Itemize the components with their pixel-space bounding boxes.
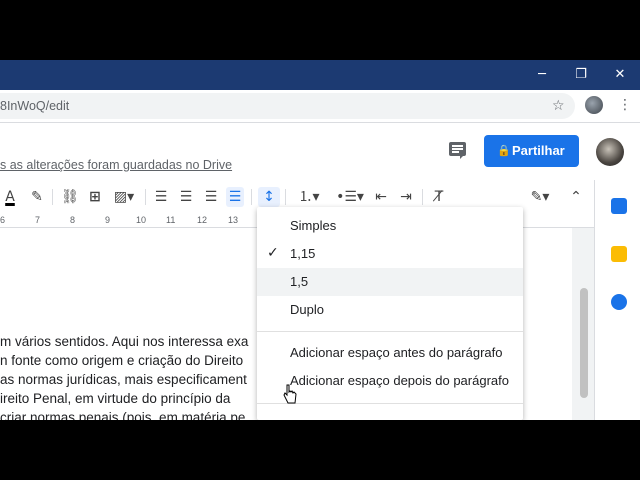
align-justify-icon[interactable]: ☰ — [226, 187, 244, 207]
browser-titlebar: ─ ❐ ✕ — [0, 60, 640, 90]
paragraph-line[interactable]: as normas jurídicas, mais especificament — [0, 372, 247, 387]
document-scrollbar[interactable] — [580, 288, 588, 398]
url-text[interactable]: 8InWoQ/edit — [0, 99, 69, 113]
bulleted-list-icon[interactable]: •☰▾ — [333, 187, 367, 207]
ruler-tick: 7 — [35, 215, 41, 225]
close-icon[interactable]: ✕ — [600, 60, 640, 90]
menu-item-1-15[interactable]: ✓ 1,15 — [257, 240, 523, 268]
menu-item-duplo[interactable]: Duplo — [257, 296, 523, 324]
ruler-tick: 12 — [197, 215, 208, 225]
screen: ─ ❐ ✕ 8InWoQ/edit ☆ ⋮ s as alterações fo… — [0, 60, 640, 420]
insert-comment-icon[interactable]: ⊞ — [86, 187, 104, 207]
menu-item-simples[interactable]: Simples — [257, 212, 523, 240]
bookmark-star-icon[interactable]: ☆ — [552, 98, 565, 114]
address-bar-row: 8InWoQ/edit ☆ ⋮ — [0, 90, 640, 122]
paragraph-line[interactable]: n fonte como origem e criação do Direito — [0, 353, 243, 368]
calendar-icon[interactable] — [611, 198, 627, 214]
align-right-icon[interactable]: ☰ — [202, 187, 220, 207]
ruler-tick: 11 — [166, 215, 176, 225]
save-status-link[interactable]: s as alterações foram guardadas no Drive — [0, 158, 232, 172]
decrease-indent-icon[interactable]: ⇤ — [372, 187, 390, 207]
menu-item-1-5[interactable]: 1,5 — [257, 268, 523, 296]
align-left-icon[interactable]: ☰ — [152, 187, 170, 207]
highlight-color-icon[interactable]: ✎ — [28, 187, 46, 207]
paragraph-line[interactable]: ireito Penal, em virtude do princípio da — [0, 391, 230, 406]
account-avatar[interactable] — [596, 138, 624, 166]
checkmark-icon: ✓ — [267, 245, 279, 261]
hand-cursor-icon — [283, 384, 297, 404]
browser-menu-icon[interactable]: ⋮ — [618, 97, 632, 113]
menu-divider — [257, 331, 523, 332]
minimize-icon[interactable]: ─ — [522, 60, 562, 90]
lock-icon: 🔒 — [497, 144, 511, 157]
ruler-tick: 8 — [70, 215, 76, 225]
paragraph-line[interactable]: criar normas penais (pois, em matéria pe — [0, 410, 245, 420]
increase-indent-icon[interactable]: ⇥ — [397, 187, 415, 207]
align-center-icon[interactable]: ☰ — [177, 187, 195, 207]
insert-image-icon[interactable]: ▨▾ — [110, 187, 138, 207]
menu-item-add-space-before[interactable]: Adicionar espaço antes do parágrafo — [257, 339, 523, 367]
keep-icon[interactable] — [611, 246, 627, 262]
share-button[interactable]: 🔒 Partilhar — [484, 135, 579, 167]
browser-profile-avatar[interactable] — [585, 96, 603, 114]
restore-icon[interactable]: ❐ — [561, 60, 601, 90]
comment-history-icon[interactable] — [449, 142, 466, 159]
insert-link-icon[interactable]: ⛓ — [60, 187, 80, 207]
doc-header: s as alterações foram guardadas no Drive… — [0, 122, 640, 181]
ruler-tick: 6 — [0, 215, 6, 225]
line-spacing-icon[interactable]: ↕ — [258, 187, 280, 207]
ruler-tick: 9 — [105, 215, 111, 225]
address-bar[interactable]: 8InWoQ/edit ☆ — [0, 93, 575, 119]
side-panel — [594, 180, 640, 420]
hide-menus-chevron-icon[interactable]: ⌃ — [566, 187, 586, 207]
tasks-icon[interactable] — [611, 294, 627, 310]
editing-mode-icon[interactable]: ✎▾ — [524, 187, 556, 207]
paragraph-line[interactable]: m vários sentidos. Aqui nos interessa ex… — [0, 334, 248, 349]
text-color-icon[interactable]: A — [2, 187, 18, 207]
share-label: Partilhar — [512, 143, 565, 158]
ruler-tick: 13 — [228, 215, 239, 225]
ruler-tick: 10 — [136, 215, 147, 225]
clear-formatting-icon[interactable]: T̸ — [430, 187, 448, 207]
numbered-list-icon[interactable]: ⒈▾ — [292, 187, 326, 207]
